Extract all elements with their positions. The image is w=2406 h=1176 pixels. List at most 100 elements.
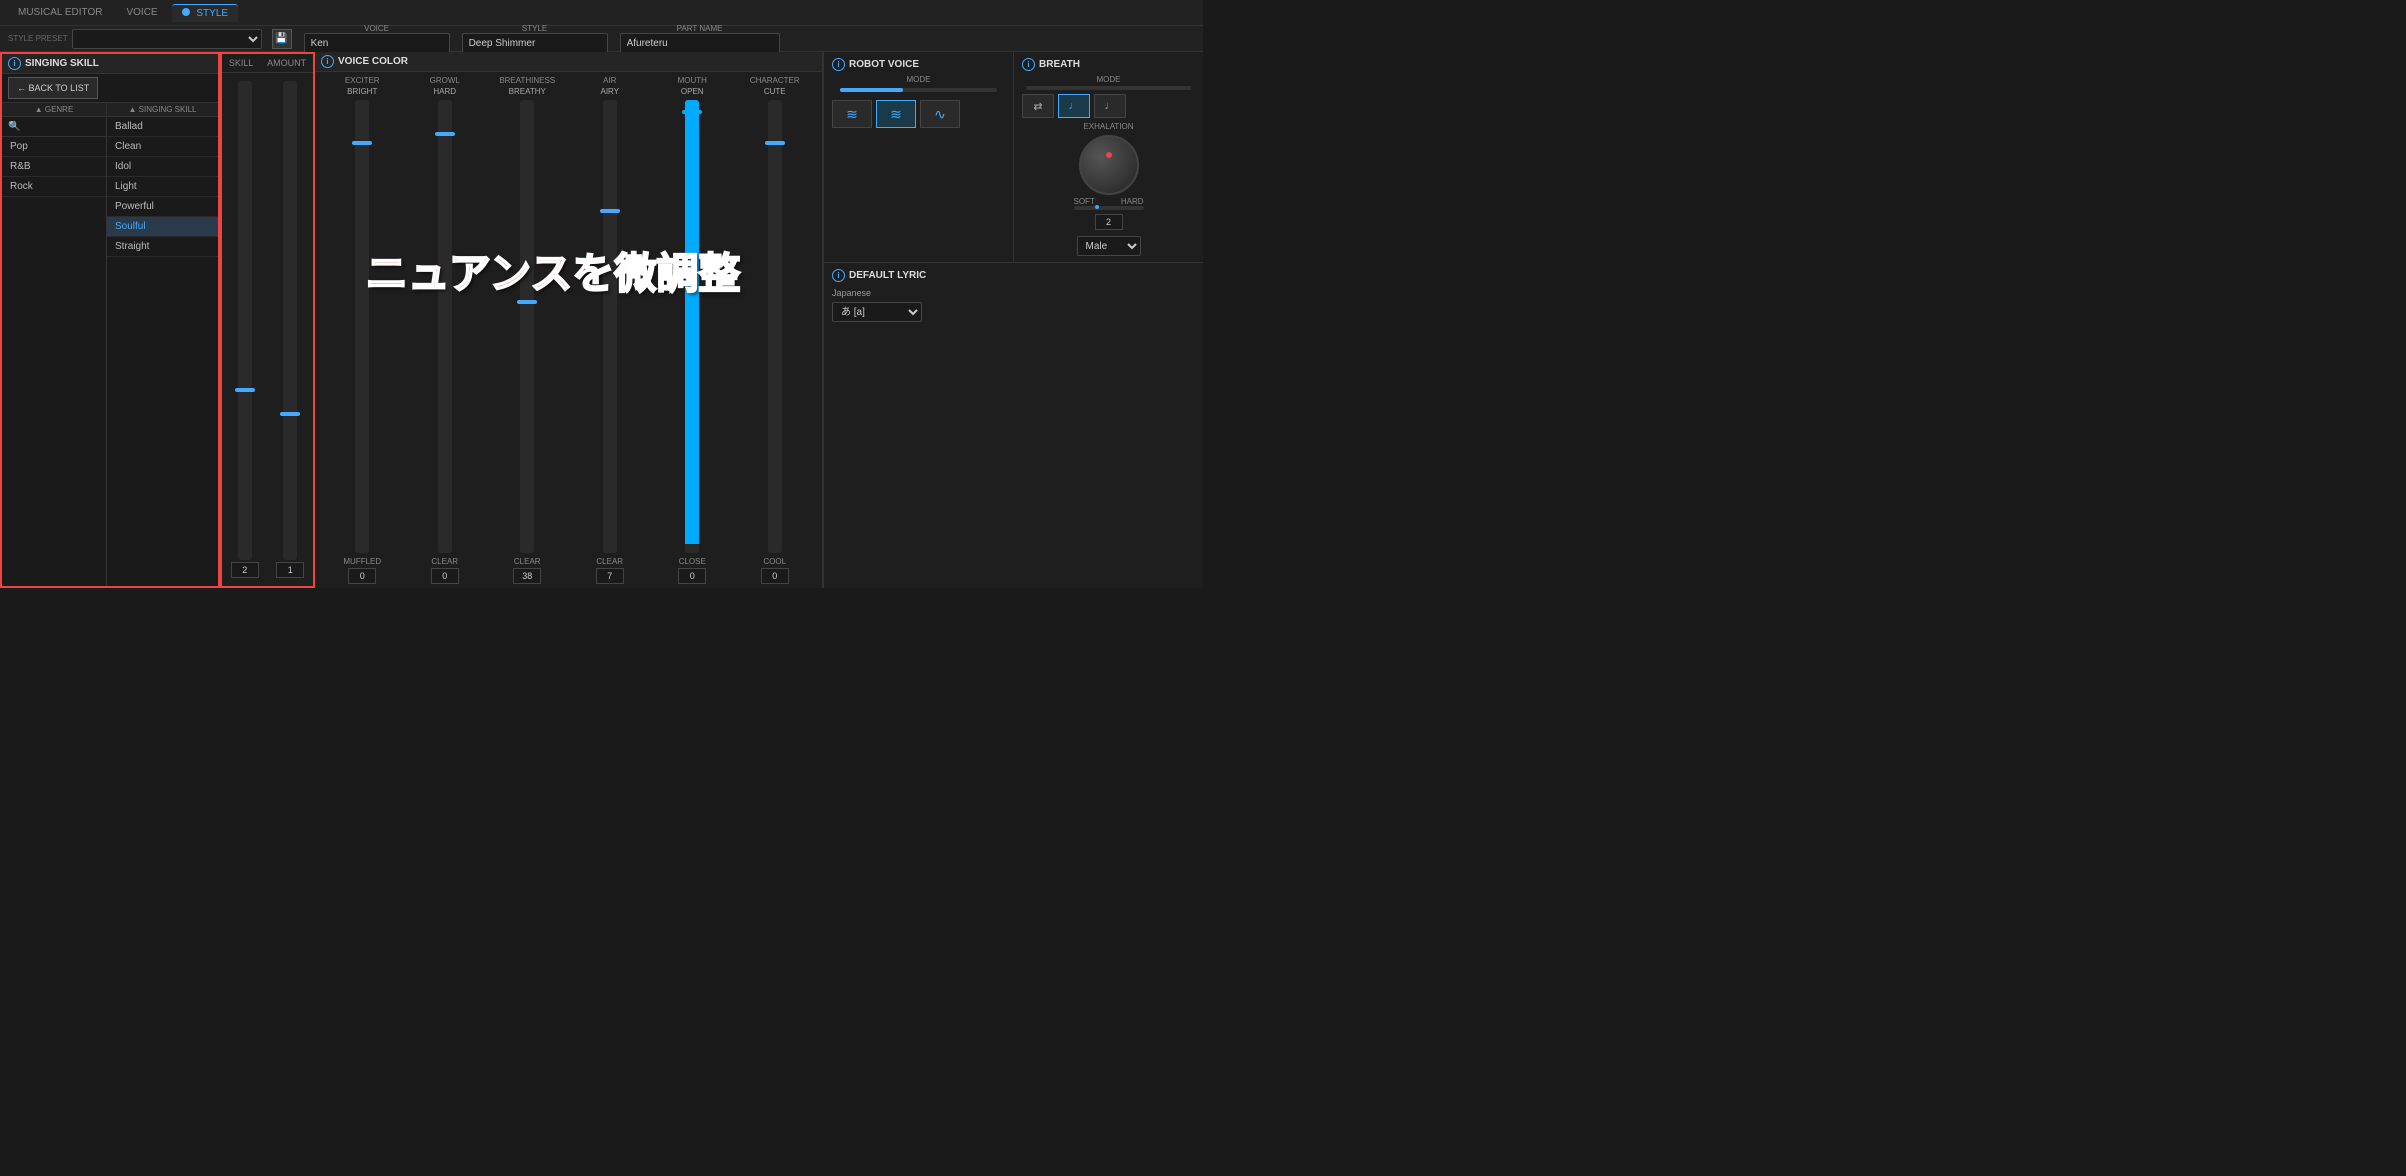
robot-mode-buttons: ≋ ≋ ∿ (832, 100, 1005, 128)
skill-list: Ballad Clean Idol Light Powerful Soulful… (107, 117, 218, 586)
exciter-thumb[interactable] (352, 141, 372, 145)
mouth-slider-col: MOUTH OPEN CLOSE 0 (653, 76, 732, 584)
breathiness-thumb[interactable] (517, 300, 537, 304)
exhalation-value: 2 (1095, 214, 1123, 230)
mouth-value: 0 (678, 568, 706, 584)
exhalation-knob-container: SOFT HARD 2 (1022, 135, 1195, 230)
voice-input[interactable] (304, 33, 450, 53)
robot-mode-btn-1[interactable]: ≋ (832, 100, 872, 128)
air-value: 7 (596, 568, 624, 584)
skill-item-soulful[interactable]: Soulful (107, 217, 218, 237)
mouth-label: MOUTH (678, 76, 707, 85)
mouth-track[interactable] (685, 100, 699, 553)
skill-header: ▲ SINGING SKILL (107, 103, 218, 117)
breathiness-value: 38 (513, 568, 541, 584)
tab-voice[interactable]: VOICE (116, 4, 167, 21)
singing-skill-info-icon[interactable]: i (8, 57, 21, 70)
style-preset-select[interactable] (72, 29, 262, 49)
default-lyric-info-icon[interactable]: i (832, 269, 845, 282)
part-name-input[interactable] (620, 33, 780, 53)
robot-voice-title: ROBOT VOICE (849, 59, 919, 70)
gender-select[interactable]: Male Female (1077, 236, 1141, 256)
growl-slider-col: GROWL HARD CLEAR 0 (406, 76, 485, 584)
skill-item-light[interactable]: Light (107, 177, 218, 197)
amount-value-display: 1 (276, 562, 304, 578)
air-track[interactable] (603, 100, 617, 553)
skill-item-idol[interactable]: Idol (107, 157, 218, 177)
default-lyric-select[interactable]: あ [a] (832, 302, 922, 322)
growl-top-label: HARD (433, 87, 456, 96)
style-input[interactable] (462, 33, 608, 53)
voice-color-info-icon[interactable]: i (321, 55, 334, 68)
amount-slider-thumb[interactable] (280, 412, 300, 416)
robot-mode-btn-3[interactable]: ∿ (920, 100, 960, 128)
breath-panel: i BREATH MODE ⇄ ♩ ♩ EXHALATION (1014, 52, 1203, 262)
tab-musical-editor[interactable]: MUSICAL EDITOR (8, 4, 112, 21)
genre-item-rock[interactable]: Rock (2, 177, 106, 197)
skill-item-straight[interactable]: Straight (107, 237, 218, 257)
default-lyric-panel: i DEFAULT LYRIC Japanese あ [a] (824, 263, 1203, 588)
breath-mode-btn-2[interactable]: ♩ (1058, 94, 1090, 118)
skill-list-column: ▲ SINGING SKILL Ballad Clean Idol Light … (107, 103, 218, 586)
character-track[interactable] (768, 100, 782, 553)
exciter-track[interactable] (355, 100, 369, 553)
voice-label: VOICE (364, 24, 389, 33)
genre-item-pop[interactable]: Pop (2, 137, 106, 157)
voice-color-title: VOICE COLOR (338, 56, 408, 67)
skill-item-clean[interactable]: Clean (107, 137, 218, 157)
save-preset-button[interactable]: 💾 (272, 29, 292, 49)
robot-mode-btn-2[interactable]: ≋ (876, 100, 916, 128)
breathiness-track[interactable] (520, 100, 534, 553)
growl-label: GROWL (430, 76, 460, 85)
voice-header-section: VOICE (304, 24, 450, 53)
breath-mode-track (1026, 86, 1191, 90)
breath-mode-label: MODE (1022, 75, 1195, 84)
default-lyric-header: i DEFAULT LYRIC (832, 269, 1195, 282)
amount-slider-track[interactable] (283, 81, 297, 560)
air-bottom-label: CLEAR (596, 557, 623, 566)
breath-info-icon[interactable]: i (1022, 58, 1035, 71)
skill-slider-track[interactable] (238, 81, 252, 560)
tab-style[interactable]: STYLE (172, 4, 238, 22)
breath-title: BREATH (1039, 59, 1080, 70)
skill-sliders-panel: SKILL AMOUNT 2 1 (220, 52, 315, 588)
singing-skill-header: i SINGING SKILL (2, 54, 218, 74)
air-thumb[interactable] (600, 209, 620, 213)
skill-sliders-header: SKILL AMOUNT (222, 54, 313, 73)
exhalation-track (1074, 206, 1144, 210)
genre-column: ▲ GENRE Pop R&B Rock (2, 103, 107, 586)
breath-mode-btn-1[interactable]: ⇄ (1022, 94, 1054, 118)
exhalation-knob[interactable] (1079, 135, 1139, 195)
breath-header: i BREATH (1022, 58, 1195, 71)
genre-item-rb[interactable]: R&B (2, 157, 106, 177)
exciter-label: EXCITER (345, 76, 380, 85)
skill-item-powerful[interactable]: Powerful (107, 197, 218, 217)
back-to-list-button[interactable]: ← BACK TO LIST (8, 77, 98, 99)
growl-track[interactable] (438, 100, 452, 553)
genre-search-input[interactable] (2, 117, 106, 137)
character-thumb[interactable] (765, 141, 785, 145)
breathiness-slider-col: BREATHINESS BREATHY CLEAR 38 (488, 76, 567, 584)
breath-mode-btn-3[interactable]: ♩ (1094, 94, 1126, 118)
growl-thumb[interactable] (435, 132, 455, 136)
skill-item-ballad[interactable]: Ballad (107, 117, 218, 137)
mouth-top-label: OPEN (681, 87, 704, 96)
exciter-bottom-label: MUFFLED (343, 557, 381, 566)
genre-header: ▲ GENRE (2, 103, 106, 117)
singing-skill-title: SINGING SKILL (25, 58, 99, 69)
amount-slider-column: 1 (272, 81, 310, 578)
character-top-label: CUTE (764, 87, 786, 96)
soft-label: SOFT (1074, 197, 1095, 206)
robot-voice-info-icon[interactable]: i (832, 58, 845, 71)
skill-slider-thumb[interactable] (235, 388, 255, 392)
gender-section: Male Female (1022, 236, 1195, 256)
character-bottom-label: COOL (763, 557, 786, 566)
voice-color-panel: i VOICE COLOR EXCITER BRIGHT MUFFLED 0 G… (315, 52, 823, 588)
breathiness-label: BREATHINESS (499, 76, 555, 85)
right-panels: i ROBOT VOICE MODE ≋ ≋ ∿ (823, 52, 1203, 588)
mouth-thumb[interactable] (682, 110, 702, 114)
amount-header-label: AMOUNT (267, 58, 306, 68)
exciter-slider-col: EXCITER BRIGHT MUFFLED 0 (323, 76, 402, 584)
robot-voice-panel: i ROBOT VOICE MODE ≋ ≋ ∿ (824, 52, 1014, 262)
robot-mode-track (840, 88, 997, 92)
